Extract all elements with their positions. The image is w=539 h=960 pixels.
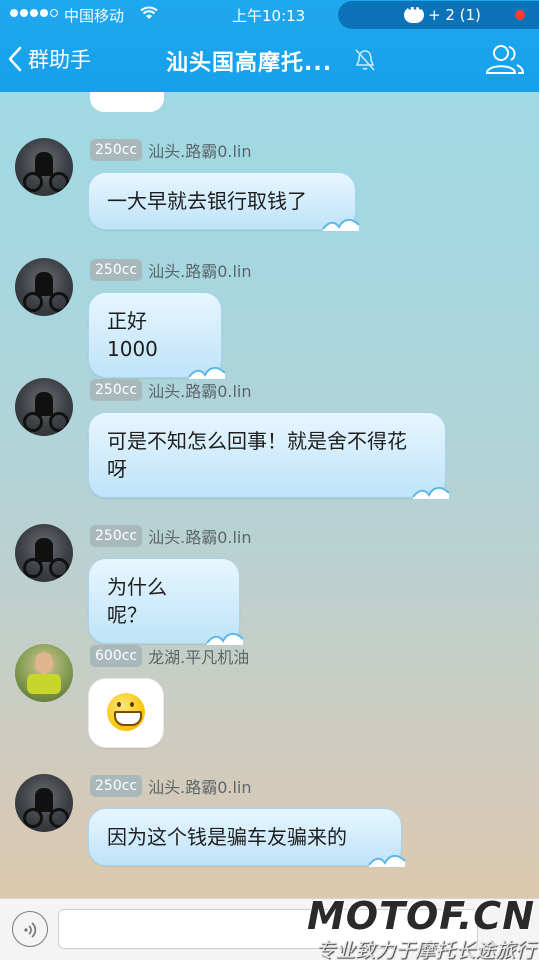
wave-decoration-icon [412, 487, 450, 499]
notification-pill[interactable]: + 2 (1) [338, 1, 539, 29]
message-text: 正好1000 [107, 309, 158, 361]
sender-name: 汕头.路霸0.lin [148, 262, 252, 281]
message-text: 因为这个钱是骗车友骗来的 [107, 825, 347, 849]
back-label: 群助手 [28, 48, 91, 72]
avatar[interactable] [15, 644, 73, 702]
status-bar: 中国移动 上午10:13 + 2 (1) [0, 0, 539, 30]
sender-meta: 600cc 龙湖.平凡机油 [90, 644, 249, 668]
message-bubble[interactable]: 因为这个钱是骗车友骗来的 [88, 808, 406, 867]
chat-area[interactable]: 250cc 汕头.路霸0.lin 一大早就去银行取钱了 250cc 汕头.路霸0… [0, 92, 539, 898]
voice-icon [24, 922, 37, 938]
avatar[interactable] [15, 258, 73, 316]
sender-name: 汕头.路霸0.lin [148, 778, 252, 797]
muted-bell-icon [355, 49, 375, 71]
level-badge: 600cc [90, 645, 143, 667]
unread-dot [515, 10, 525, 20]
message-bubble[interactable] [88, 678, 164, 748]
message-bubble[interactable]: 正好1000 [88, 292, 226, 379]
sender-name: 汕头.路霸0.lin [148, 382, 252, 401]
previous-message-bubble[interactable] [90, 92, 164, 112]
notification-count: + 2 (1) [428, 6, 481, 24]
avatar[interactable] [15, 138, 73, 196]
grin-emoji-icon [107, 693, 145, 731]
sender-name: 汕头.路霸0.lin [148, 142, 252, 161]
wave-decoration-icon [368, 855, 406, 867]
back-button[interactable]: 群助手 [8, 44, 91, 74]
sender-name: 龙湖.平凡机油 [148, 648, 250, 667]
level-badge: 250cc [90, 775, 143, 797]
wifi-icon [140, 6, 158, 19]
level-badge: 250cc [90, 139, 143, 161]
sender-meta: 250cc 汕头.路霸0.lin [90, 378, 252, 402]
nav-bar: 群助手 汕头国高摩托... [0, 30, 539, 92]
message-icon [404, 1, 424, 23]
sender-name: 汕头.路霸0.lin [148, 528, 252, 547]
message-bubble[interactable]: 可是不知怎么回事！就是舍不得花呀 [88, 412, 450, 499]
message-input[interactable] [58, 909, 478, 949]
carrier-label: 中国移动 [64, 7, 125, 25]
avatar[interactable] [15, 774, 73, 832]
message-bubble[interactable]: 一大早就去银行取钱了 [88, 172, 360, 231]
sender-meta: 250cc 汕头.路霸0.lin [90, 138, 252, 162]
signal-icon [10, 9, 58, 17]
sender-meta: 250cc 汕头.路霸0.lin [90, 774, 252, 798]
level-badge: 250cc [90, 525, 143, 547]
avatar[interactable] [15, 524, 73, 582]
group-members-icon[interactable] [484, 42, 526, 76]
chevron-left-icon [8, 46, 22, 72]
message-text: 可是不知怎么回事！就是舍不得花呀 [107, 429, 407, 481]
sender-meta: 250cc 汕头.路霸0.lin [90, 524, 252, 548]
voice-button[interactable] [12, 911, 48, 947]
level-badge: 250cc [90, 259, 143, 281]
wave-decoration-icon [322, 219, 360, 231]
message-text: 一大早就去银行取钱了 [107, 189, 307, 213]
avatar[interactable] [15, 378, 73, 436]
clock: 上午10:13 [232, 7, 306, 25]
message-text: 为什么呢？ [107, 575, 167, 627]
page-title: 汕头国高摩托... [166, 51, 333, 76]
level-badge: 250cc [90, 379, 143, 401]
message-bubble[interactable]: 为什么呢？ [88, 558, 244, 645]
sender-meta: 250cc 汕头.路霸0.lin [90, 258, 252, 282]
top-bar: 中国移动 上午10:13 + 2 (1) 群助手 汕头国高摩托... [0, 0, 539, 92]
input-bar [0, 898, 539, 960]
